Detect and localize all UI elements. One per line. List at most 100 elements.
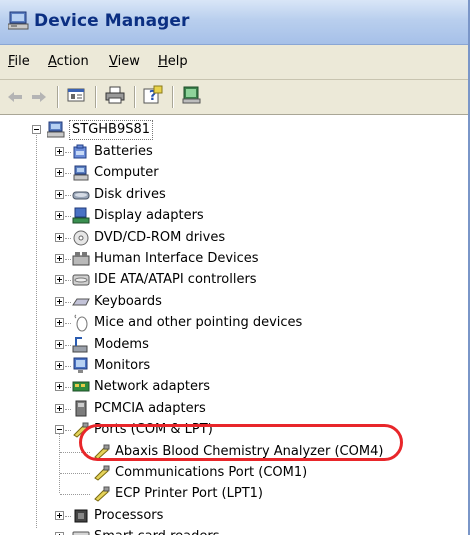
root-label: STGHB9S81 bbox=[69, 120, 154, 140]
tree-category-network-adapters[interactable]: Network adapters bbox=[72, 377, 210, 397]
print-button[interactable] bbox=[103, 86, 127, 108]
toolbar-separator bbox=[95, 86, 97, 108]
display-adapter-icon bbox=[72, 207, 90, 225]
tree-category-display-adapters[interactable]: Display adapters bbox=[72, 206, 204, 226]
hid-icon bbox=[72, 250, 90, 268]
tree-item-label: Keyboards bbox=[94, 294, 162, 309]
tree-category-pcmcia-adapters[interactable]: PCMCIA adapters bbox=[72, 399, 206, 419]
category-expand-toggle[interactable] bbox=[55, 275, 64, 284]
tree-category-computer[interactable]: Computer bbox=[72, 163, 159, 183]
tree-category-processors[interactable]: Processors bbox=[72, 506, 163, 526]
port-icon bbox=[93, 464, 111, 482]
menu-view-accel: V bbox=[109, 54, 118, 69]
tree-item-label: Disk drives bbox=[94, 187, 166, 202]
back-button[interactable] bbox=[4, 86, 26, 108]
menu-help[interactable]: Help bbox=[158, 54, 188, 69]
tree-connector-line bbox=[65, 195, 71, 196]
tree-category-modems[interactable]: Modems bbox=[72, 335, 149, 355]
category-expand-toggle[interactable] bbox=[55, 211, 64, 220]
tree-item-label: Network adapters bbox=[94, 379, 211, 394]
menu-action-accel: A bbox=[48, 54, 57, 69]
category-expand-toggle[interactable] bbox=[55, 190, 64, 199]
modem-icon bbox=[72, 336, 90, 354]
category-expand-toggle[interactable] bbox=[55, 511, 64, 520]
properties-icon bbox=[67, 87, 85, 107]
menu-action[interactable]: Action bbox=[48, 54, 89, 69]
network-adapter-icon bbox=[72, 378, 90, 396]
menu-bar: File Action View Help bbox=[0, 45, 468, 80]
tree-item-label: Smart card readers bbox=[94, 528, 219, 535]
keyboard-icon bbox=[72, 293, 90, 311]
tree-connector-line bbox=[65, 302, 71, 303]
menu-view[interactable]: View bbox=[109, 54, 140, 69]
tree-item-label: Modems bbox=[94, 337, 149, 352]
highlight-annotation bbox=[79, 424, 403, 461]
category-collapse-toggle[interactable] bbox=[55, 425, 64, 434]
category-expand-toggle[interactable] bbox=[55, 297, 64, 306]
processor-icon bbox=[72, 507, 90, 525]
tree-category-mice-and-other-pointing-devices[interactable]: Mice and other pointing devices bbox=[72, 313, 302, 333]
tree-connector-line bbox=[36, 133, 37, 528]
tree-connector-line bbox=[60, 494, 90, 495]
device-manager-icon bbox=[7, 11, 30, 31]
scan-hardware-button[interactable] bbox=[180, 86, 204, 108]
tree-category-keyboards[interactable]: Keyboards bbox=[72, 292, 162, 312]
tree-root[interactable]: STGHB9S81 bbox=[46, 120, 154, 140]
computer-icon bbox=[72, 164, 90, 182]
tree-item-label: Monitors bbox=[94, 358, 151, 373]
tree-category-dvd-cd-rom-drives[interactable]: DVD/CD-ROM drives bbox=[72, 228, 225, 248]
menu-file[interactable]: File bbox=[8, 54, 30, 69]
root-collapse-toggle[interactable] bbox=[32, 125, 41, 134]
toolbar-separator bbox=[57, 86, 59, 108]
tree-item-label: Computer bbox=[94, 165, 159, 180]
tree-item-label: DVD/CD-ROM drives bbox=[94, 230, 226, 245]
menu-help-rest: elp bbox=[167, 54, 188, 69]
menu-help-accel: H bbox=[158, 54, 168, 69]
tree-category-batteries[interactable]: Batteries bbox=[72, 142, 153, 162]
tree-item-label: ECP Printer Port (LPT1) bbox=[115, 486, 263, 501]
toolbar: ? bbox=[0, 80, 468, 115]
forward-button[interactable] bbox=[28, 86, 50, 108]
tree-connector-line bbox=[65, 259, 71, 260]
tree-port-3[interactable]: ECP Printer Port (LPT1) bbox=[93, 484, 263, 504]
help-button[interactable]: ? bbox=[141, 85, 165, 108]
category-expand-toggle[interactable] bbox=[55, 382, 64, 391]
back-arrow-icon bbox=[7, 88, 23, 107]
mouse-icon bbox=[72, 314, 90, 332]
tree-item-label: Mice and other pointing devices bbox=[94, 315, 303, 330]
dvd-drive-icon bbox=[72, 229, 90, 247]
toolbar-separator bbox=[134, 86, 136, 108]
title-bar[interactable]: Device Manager bbox=[0, 0, 468, 45]
tree-connector-line bbox=[59, 433, 60, 493]
ide-controller-icon bbox=[72, 271, 90, 289]
category-expand-toggle[interactable] bbox=[55, 318, 64, 327]
tree-item-label: Communications Port (COM1) bbox=[115, 465, 308, 480]
category-expand-toggle[interactable] bbox=[55, 361, 64, 370]
tree-connector-line bbox=[65, 409, 71, 410]
tree-connector-line bbox=[65, 323, 71, 324]
port-icon bbox=[93, 485, 111, 503]
tree-category-monitors[interactable]: Monitors bbox=[72, 356, 150, 376]
category-expand-toggle[interactable] bbox=[55, 404, 64, 413]
window-title: Device Manager bbox=[34, 11, 190, 31]
tree-item-label: Human Interface Devices bbox=[94, 251, 259, 266]
tree-item-label: PCMCIA adapters bbox=[94, 401, 206, 416]
category-expand-toggle[interactable] bbox=[55, 147, 64, 156]
tree-item-label: Processors bbox=[94, 508, 164, 523]
tree-category-smart-card-readers[interactable]: Smart card readers bbox=[72, 527, 219, 535]
monitor-icon bbox=[72, 357, 90, 375]
category-expand-toggle[interactable] bbox=[55, 168, 64, 177]
tree-connector-line bbox=[65, 430, 71, 431]
device-tree: STGHB9S81 Batteries Computer Disk drives Di… bbox=[0, 115, 468, 535]
category-expand-toggle[interactable] bbox=[55, 254, 64, 263]
category-expand-toggle[interactable] bbox=[55, 340, 64, 349]
tree-port-2[interactable]: Communications Port (COM1) bbox=[93, 463, 307, 483]
tree-category-human-interface-devices[interactable]: Human Interface Devices bbox=[72, 249, 259, 269]
menu-view-rest: iew bbox=[117, 54, 140, 69]
properties-button[interactable] bbox=[64, 86, 88, 108]
tree-category-disk-drives[interactable]: Disk drives bbox=[72, 185, 166, 205]
device-manager-window: Device Manager File Action View Help ? S… bbox=[0, 0, 470, 535]
category-expand-toggle[interactable] bbox=[55, 233, 64, 242]
pcmcia-icon bbox=[72, 400, 90, 418]
tree-category-ide-ata-atapi-controllers[interactable]: IDE ATA/ATAPI controllers bbox=[72, 270, 257, 290]
